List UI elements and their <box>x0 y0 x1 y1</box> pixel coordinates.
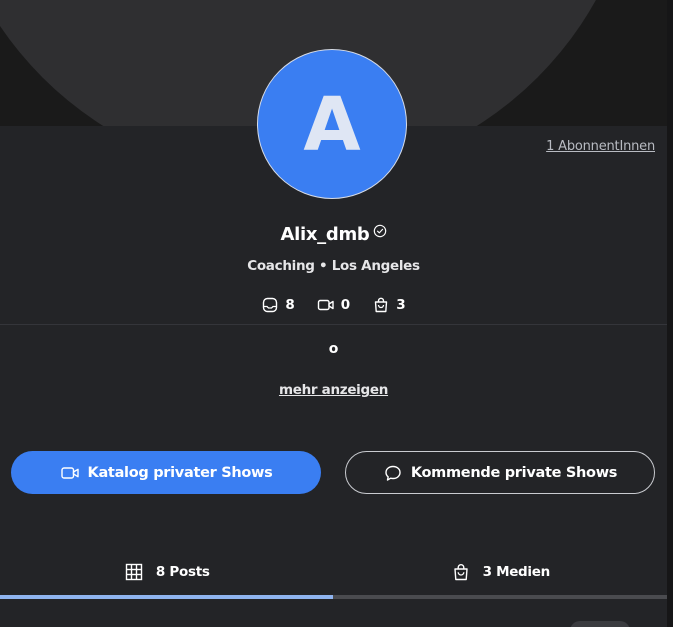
tab-posts-label: 8 Posts <box>155 564 210 580</box>
profile-stats: 8 0 3 <box>0 296 667 314</box>
tab-posts[interactable]: 8 Posts <box>0 545 334 599</box>
bag-icon <box>375 297 388 313</box>
bottom-element <box>570 621 630 627</box>
video-camera-icon <box>60 466 79 479</box>
grid-icon <box>125 563 143 581</box>
tab-media[interactable]: 3 Medien <box>334 545 668 599</box>
stat-posts: 8 <box>261 296 295 314</box>
private-shows-catalog-button[interactable]: Katalog privater Shows <box>11 451 321 494</box>
post-icon <box>263 297 278 313</box>
subscribers-link[interactable]: 1 AbonnentInnen <box>546 139 655 154</box>
section-divider <box>0 324 667 325</box>
profile-page: A 1 AbonnentInnen Alix_dmb Coaching • Lo… <box>0 0 673 627</box>
tab-media-label: 3 Medien <box>482 564 551 580</box>
upcoming-private-shows-label: Kommende private Shows <box>410 464 618 481</box>
stat-videos: 0 <box>317 296 350 314</box>
avatar[interactable]: A <box>257 49 407 199</box>
active-tab-indicator <box>0 595 333 599</box>
show-more-link[interactable]: mehr anzeigen <box>0 382 667 398</box>
bag-icon <box>453 564 468 581</box>
avatar-initial: A <box>303 82 361 168</box>
stat-media: 3 <box>372 296 406 314</box>
chat-bubble-icon <box>385 465 401 481</box>
video-camera-icon <box>317 299 334 311</box>
stat-videos-count: 0 <box>340 297 351 313</box>
profile-name-row: Alix_dmb <box>0 224 667 245</box>
stat-posts-count: 8 <box>285 297 295 313</box>
profile-name: Alix_dmb <box>280 224 370 245</box>
profile-meta: Coaching • Los Angeles <box>247 258 420 274</box>
verified-badge-icon <box>373 224 386 238</box>
private-shows-catalog-label: Katalog privater Shows <box>87 464 273 481</box>
stat-media-count: 3 <box>396 297 406 313</box>
upcoming-private-shows-button[interactable]: Kommende private Shows <box>345 451 655 494</box>
profile-bio: o <box>328 341 339 357</box>
scrollbar-track <box>667 0 673 627</box>
content-tabs: 8 Posts 3 Medien <box>0 545 667 599</box>
